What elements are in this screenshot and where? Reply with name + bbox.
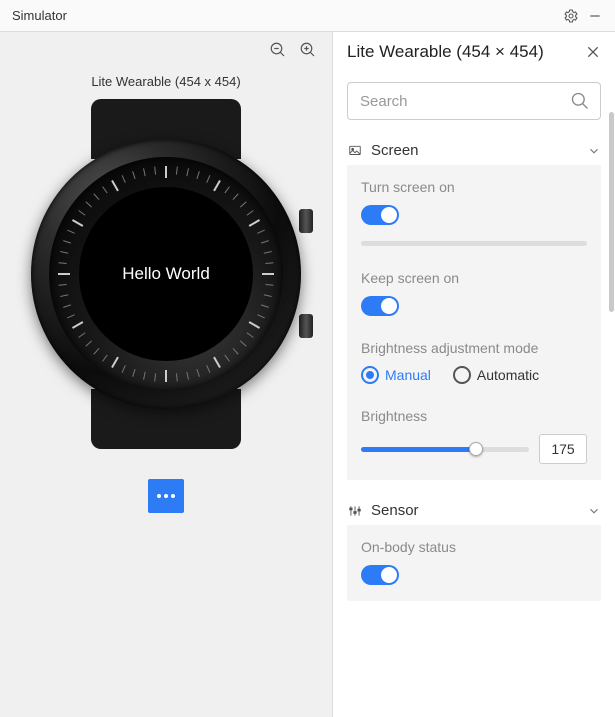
- chevron-down-icon: [587, 504, 601, 518]
- watch-device: Hello World: [0, 99, 332, 449]
- section-sensor-header[interactable]: Sensor: [347, 502, 601, 519]
- zoom-out-icon[interactable]: [268, 40, 288, 60]
- radio-selected-icon: [361, 366, 379, 384]
- search-input[interactable]: [358, 92, 570, 111]
- brightness-slider[interactable]: [361, 447, 529, 452]
- zoom-in-icon[interactable]: [298, 40, 318, 60]
- section-sensor-label: Sensor: [371, 502, 579, 519]
- brightness-mode-manual-label: Manual: [385, 367, 431, 383]
- turn-screen-on-slider[interactable]: [361, 241, 587, 246]
- title-bar: Simulator: [0, 0, 615, 32]
- brightness-mode-label: Brightness adjustment mode: [361, 340, 587, 356]
- section-screen-body: Turn screen on Keep screen on Brightness…: [347, 165, 601, 480]
- search-input-wrap[interactable]: [347, 82, 601, 120]
- device-label: Lite Wearable (454 x 454): [0, 74, 332, 89]
- onbody-status-toggle[interactable]: [361, 565, 399, 585]
- screen-text: Hello World: [122, 264, 210, 284]
- watch-crown-bottom[interactable]: [299, 314, 313, 338]
- brightness-mode-radio-group: Manual Automatic: [361, 366, 587, 384]
- chevron-down-icon: [587, 144, 601, 158]
- more-icon: [157, 494, 175, 498]
- brightness-label: Brightness: [361, 408, 587, 424]
- radio-unselected-icon: [453, 366, 471, 384]
- window-minimize-icon[interactable]: [583, 4, 607, 28]
- close-panel-icon[interactable]: [585, 44, 601, 60]
- search-icon: [570, 91, 590, 111]
- turn-screen-on-toggle[interactable]: [361, 205, 399, 225]
- turn-screen-on-label: Turn screen on: [361, 179, 587, 195]
- watch-bezel: Hello World: [31, 139, 301, 409]
- watch-crown-top[interactable]: [299, 209, 313, 233]
- zoom-toolbar: [0, 32, 332, 68]
- section-screen-header[interactable]: Screen: [347, 142, 601, 159]
- panel-title: Lite Wearable (454 × 454): [347, 42, 544, 62]
- panel-header: Lite Wearable (454 × 454): [333, 32, 615, 72]
- keep-screen-on-toggle[interactable]: [361, 296, 399, 316]
- onbody-status-label: On-body status: [361, 539, 587, 555]
- simulator-viewport: Lite Wearable (454 x 454) Hello World: [0, 32, 333, 717]
- brightness-mode-automatic[interactable]: Automatic: [453, 366, 539, 384]
- brightness-value-input[interactable]: 175: [539, 434, 587, 464]
- more-actions-button[interactable]: [148, 479, 184, 513]
- keep-screen-on-label: Keep screen on: [361, 270, 587, 286]
- panel-scroll[interactable]: Screen Turn screen on Keep screen on Bri…: [333, 72, 615, 717]
- main-area: Lite Wearable (454 x 454) Hello World: [0, 32, 615, 717]
- settings-gear-icon[interactable]: [559, 4, 583, 28]
- brightness-mode-automatic-label: Automatic: [477, 367, 539, 383]
- sliders-icon: [347, 504, 363, 518]
- section-sensor-body: On-body status: [347, 525, 601, 601]
- brightness-mode-manual[interactable]: Manual: [361, 366, 431, 384]
- image-icon: [347, 144, 363, 158]
- app-title: Simulator: [12, 8, 559, 23]
- section-screen-label: Screen: [371, 142, 579, 159]
- properties-panel: Lite Wearable (454 × 454) Screen: [333, 32, 615, 717]
- watch-screen[interactable]: Hello World: [79, 187, 253, 361]
